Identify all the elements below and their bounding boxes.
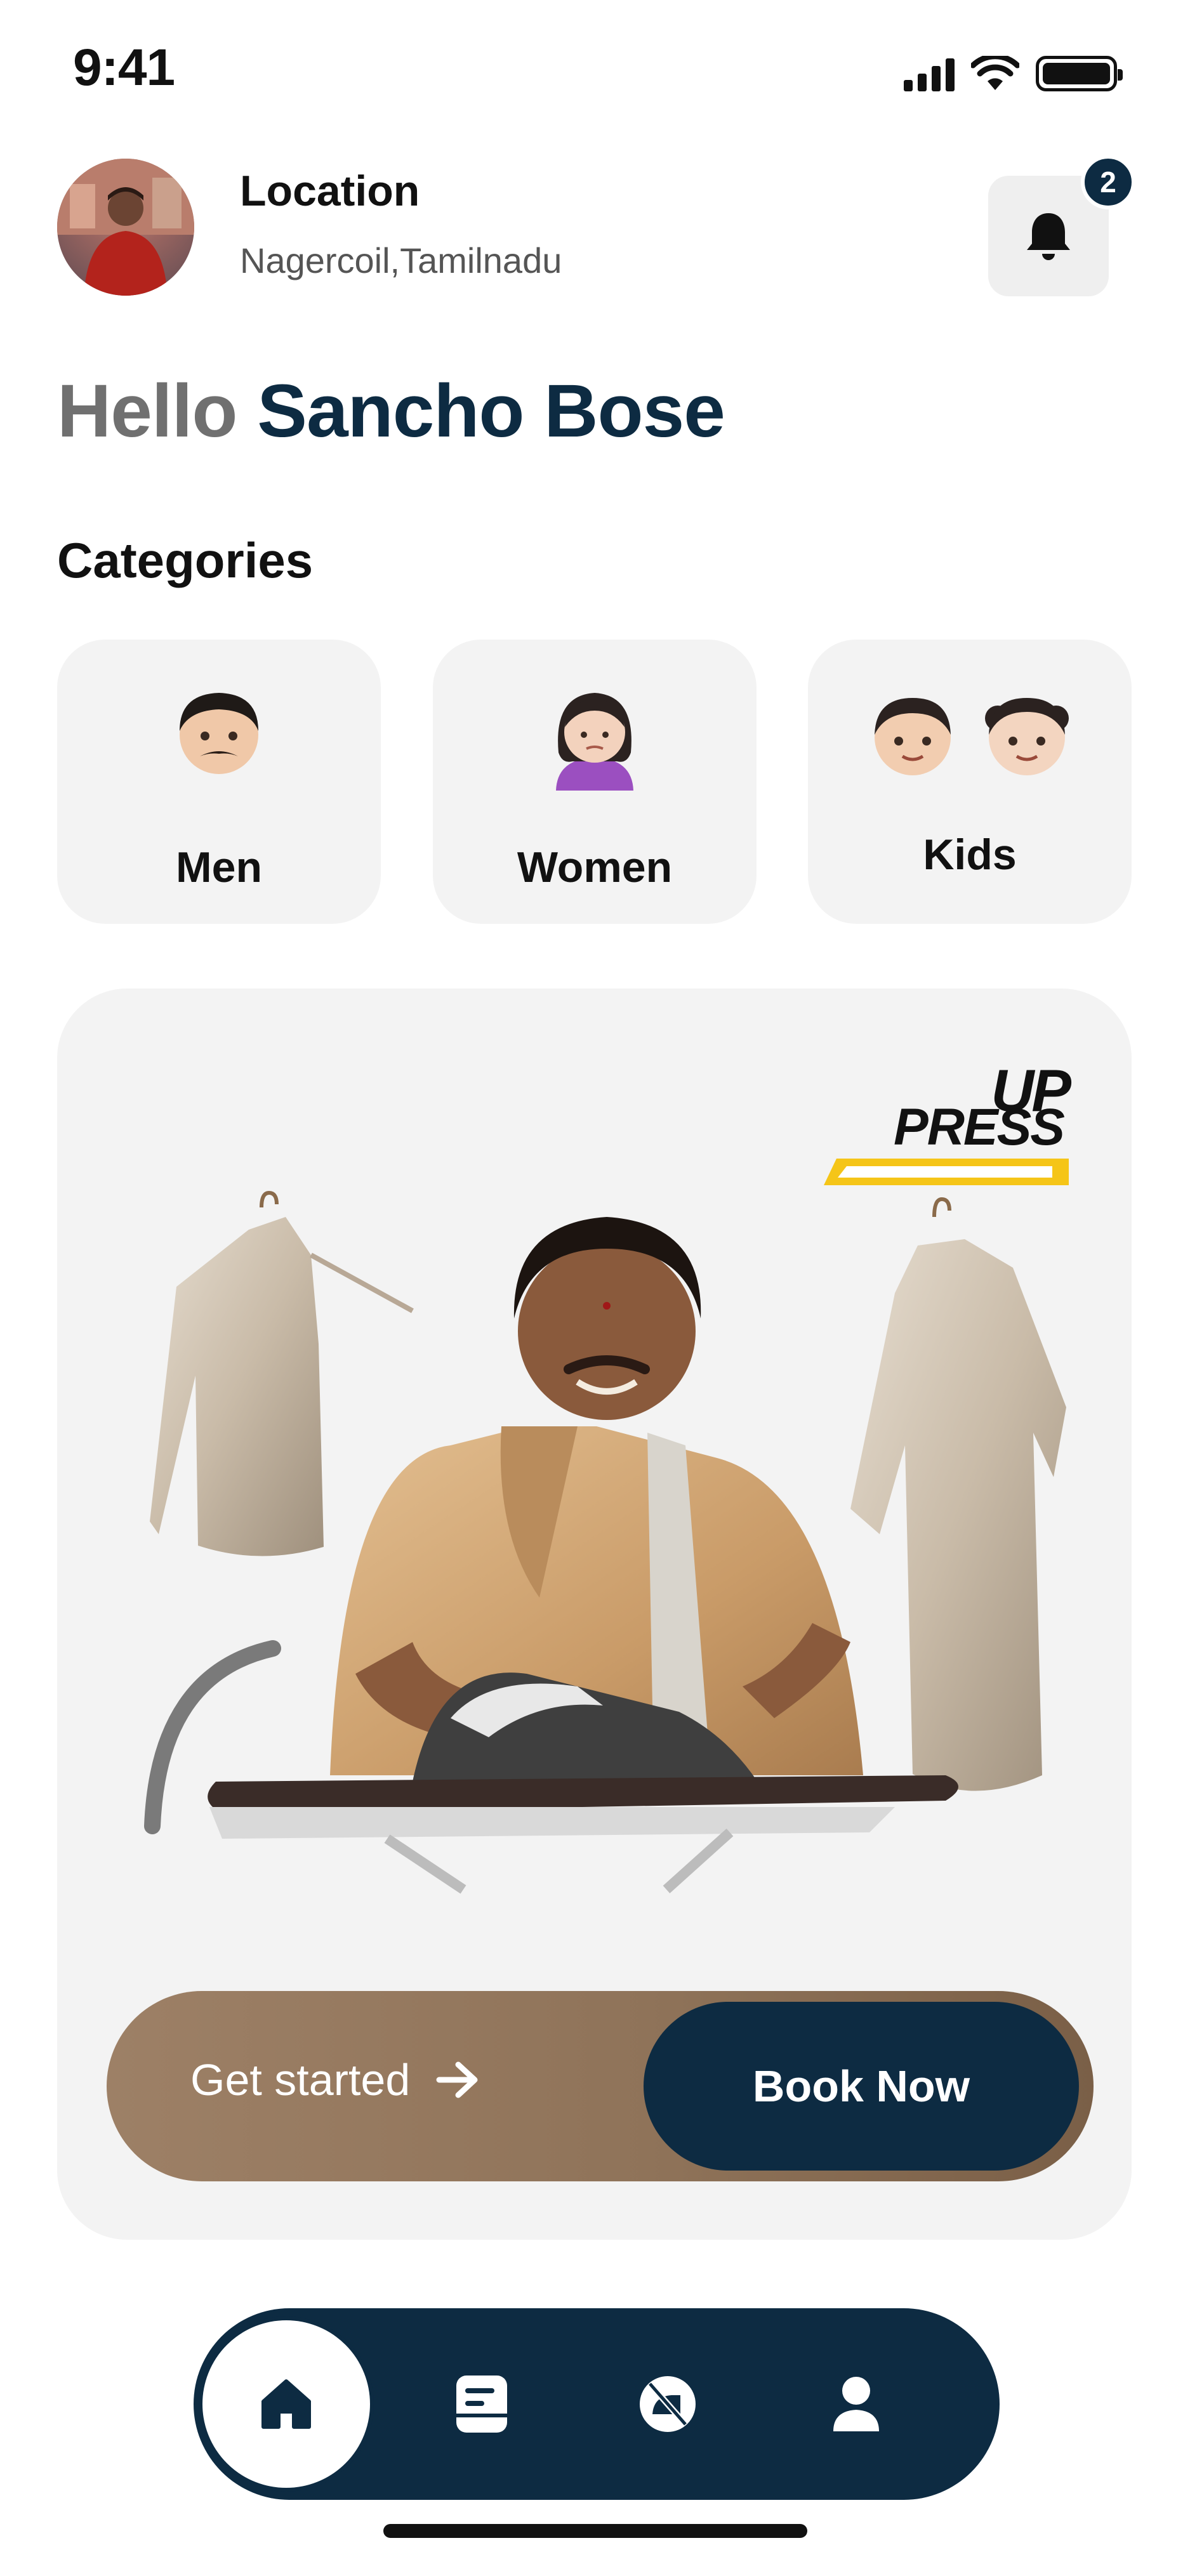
greeting-user-name: Sancho Bose (257, 369, 725, 453)
bell-icon (1027, 213, 1070, 260)
kids-emoji-icon (875, 698, 1069, 775)
greeting: Hello Sancho Bose (57, 368, 725, 454)
uppress-logo: UP PRESS (824, 1061, 1071, 1185)
tab-services[interactable] (580, 2316, 755, 2492)
tab-home[interactable] (199, 2316, 374, 2492)
woman-emoji-icon (556, 693, 633, 791)
battery-icon (1036, 56, 1123, 91)
logo-text-press: PRESS (894, 1098, 1065, 1156)
no-ironing-icon (640, 2376, 696, 2432)
profile-icon (833, 2377, 879, 2431)
category-women[interactable]: Women (433, 640, 757, 924)
status-icons (904, 56, 1123, 91)
home-icon (261, 2379, 311, 2429)
category-men[interactable]: Men (57, 640, 381, 924)
category-kids[interactable]: Kids (808, 640, 1132, 924)
categories-title: Categories (57, 532, 314, 588)
logo-iron-bar (824, 1159, 1069, 1185)
wifi-icon (971, 56, 1019, 90)
cellular-signal-icon (904, 56, 955, 91)
location-title: Location (240, 167, 420, 215)
notification-badge: 2 (1081, 155, 1135, 209)
status-time: 9:41 (73, 39, 175, 96)
get-started-button[interactable]: Get started (190, 2054, 480, 2105)
greeting-hello: Hello (57, 369, 237, 453)
tab-orders[interactable] (394, 2316, 569, 2492)
category-men-label: Men (176, 843, 262, 891)
tab-profile[interactable] (769, 2316, 944, 2492)
category-women-label: Women (517, 843, 673, 891)
book-now-button[interactable]: Book Now (644, 2002, 1079, 2171)
category-kids-label: Kids (923, 831, 1017, 879)
get-started-label: Get started (190, 2055, 411, 2105)
avatar[interactable] (57, 159, 194, 296)
location-value[interactable]: Nagercoil,Tamilnadu (240, 240, 562, 281)
man-emoji-icon (180, 693, 258, 774)
orders-icon (456, 2376, 507, 2433)
home-indicator (383, 2524, 807, 2538)
arrow-right-icon (436, 2061, 478, 2098)
